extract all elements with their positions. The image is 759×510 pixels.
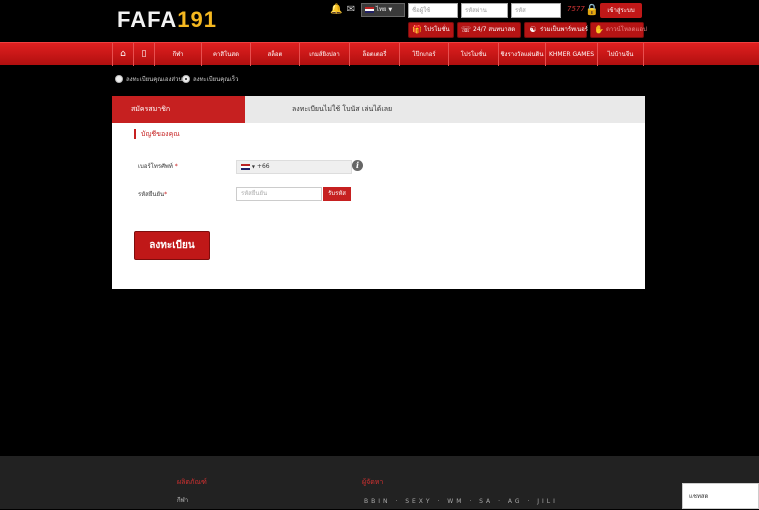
chevron-down-icon: ▼ — [251, 164, 255, 169]
live-chat-widget[interactable]: แชทสด — [682, 483, 759, 509]
bell-icon[interactable]: 🔔 — [330, 4, 342, 16]
request-otp-button[interactable]: รับรหัส — [323, 187, 351, 201]
footer-link-sports[interactable]: กีฬา — [177, 495, 188, 505]
download-app-label: ดาวน์โหลดแอป — [606, 26, 647, 33]
logo-text-fafa: FAFA — [117, 7, 178, 32]
login-button[interactable]: เข้าสู่ระบบ — [600, 3, 642, 18]
main-nav: ⌂ ▯ กีฬา คาสิโนสด สล็อต เกมส์ยิงปลา ล็อต… — [0, 42, 759, 66]
captcha-placeholder: รหัส — [515, 7, 526, 14]
thai-flag-icon — [365, 6, 374, 13]
partner-logos: BBIN · SEXY · WM · SA · AG · JILI — [364, 498, 558, 505]
nav-mobile[interactable]: ▯ — [133, 43, 154, 66]
nav-item-fishing[interactable]: เกมส์ยิงปลา — [299, 43, 349, 66]
lock-icon: 🔒 — [585, 3, 599, 16]
register-button[interactable]: ลงทะเบียน — [134, 231, 210, 260]
otp-placeholder: รหัสยืนยัน — [241, 190, 268, 197]
nav-item-khmer-games[interactable]: KHMER GAMES — [545, 43, 597, 66]
password-input[interactable]: รหัสผ่าน — [461, 3, 508, 18]
footer-partners-heading: ผู้จัดหา — [362, 478, 384, 486]
otp-label: รหัสยืนยัน* — [138, 189, 167, 199]
footer: ผลิตภัณฑ์ กีฬา ผู้จัดหา BBIN · SEXY · WM… — [0, 456, 759, 509]
nav-item-sports[interactable]: กีฬา — [154, 43, 201, 66]
register-mode-radio-full[interactable] — [115, 75, 123, 83]
phone-label-text: เบอร์โทรศัพท์ — [138, 163, 173, 170]
header: FAFA191 🔔 ✉ ไทย ▼ ชื่อผู้ใช้ รหัสผ่าน รห… — [0, 0, 759, 42]
affiliate-label: ร่วมเป็นพาร์ทเนอร์ — [540, 26, 588, 33]
registration-panel: สมัครสมาชิก ลงทะเบียนไม่ใช้ โบนัส เล่นได… — [112, 96, 645, 289]
password-placeholder: รหัสผ่าน — [465, 7, 487, 14]
phone-required-mark: * — [174, 163, 178, 170]
otp-input[interactable]: รหัสยืนยัน — [236, 187, 322, 201]
site-logo[interactable]: FAFA191 — [117, 7, 217, 33]
live-support-button[interactable]: ☏ 24/7 สนทนาสด — [457, 22, 521, 38]
tab-register[interactable]: สมัครสมาชิก — [112, 96, 245, 123]
tab-no-bonus[interactable]: ลงทะเบียนไม่ใช้ โบนัส เล่นได้เลย — [292, 96, 392, 123]
support-agent-icon: ☏ — [461, 25, 472, 34]
phone-label: เบอร์โทรศัพท์ * — [138, 161, 178, 171]
username-input[interactable]: ชื่อผู้ใช้ — [408, 3, 458, 18]
nav-home[interactable]: ⌂ — [112, 43, 133, 66]
affiliate-button[interactable]: ☯ ร่วมเป็นพาร์ทเนอร์ — [524, 22, 588, 38]
gift-icon: 🎁 — [412, 25, 422, 34]
promotions-button[interactable]: 🎁 โปรโมชั่น — [408, 22, 454, 38]
promotions-label: โปรโมชั่น — [424, 26, 450, 33]
register-mode-label-quick: ลงทะเบียนคุณเร็ว — [193, 76, 239, 83]
nav-item-slots[interactable]: สล็อต — [250, 43, 299, 66]
partner-icon: ☯ — [529, 25, 537, 34]
mobile-icon: ▯ — [141, 49, 147, 59]
live-chat-label: แชทสด — [689, 493, 709, 500]
mail-icon[interactable]: ✉ — [345, 4, 357, 16]
download-app-button[interactable]: ✋ ดาวน์โหลดแอป — [590, 22, 647, 38]
phone-input[interactable]: ▼ +66 — [236, 160, 352, 174]
info-icon[interactable]: i — [352, 160, 363, 171]
footer-products-heading: ผลิตภัณฑ์ — [177, 478, 207, 486]
language-selector[interactable]: ไทย ▼ — [361, 3, 405, 17]
phone-country-code: +66 — [256, 163, 270, 170]
chevron-down-icon: ▼ — [388, 7, 393, 13]
section-title: บัญชีของคุณ — [134, 129, 180, 139]
otp-label-text: รหัสยืนยัน — [138, 191, 165, 198]
registration-tabs: สมัครสมาชิก ลงทะเบียนไม่ใช้ โบนัส เล่นได… — [112, 96, 645, 123]
nav-item-china[interactable]: ไปบ้านจีน — [597, 43, 644, 66]
nav-item-lottery[interactable]: ล็อตเตอรี่ — [349, 43, 399, 66]
hand-icon: ✋ — [594, 25, 604, 34]
register-mode-label-full: ลงทะเบียนคุณเองส่วน — [126, 76, 183, 83]
live-support-label: 24/7 สนทนาสด — [473, 26, 516, 33]
captcha-code: 7577 — [567, 5, 585, 13]
logo-text-191: 191 — [177, 7, 217, 32]
nav-item-live-casino[interactable]: คาสิโนสด — [201, 43, 250, 66]
nav-item-rewards[interactable]: ชิงรางวัลแผ่นดิน — [498, 43, 545, 66]
home-icon: ⌂ — [120, 49, 126, 59]
register-mode-radio-quick[interactable] — [182, 75, 190, 83]
captcha-input[interactable]: รหัส — [511, 3, 561, 18]
nav-item-promotions[interactable]: โปรโมชั่น — [448, 43, 498, 66]
otp-required-mark: * — [164, 191, 168, 198]
thai-flag-icon — [241, 163, 250, 170]
language-label: ไทย — [375, 6, 387, 13]
nav-item-poker[interactable]: โป๊กเกอร์ — [399, 43, 448, 66]
username-placeholder: ชื่อผู้ใช้ — [412, 7, 431, 14]
